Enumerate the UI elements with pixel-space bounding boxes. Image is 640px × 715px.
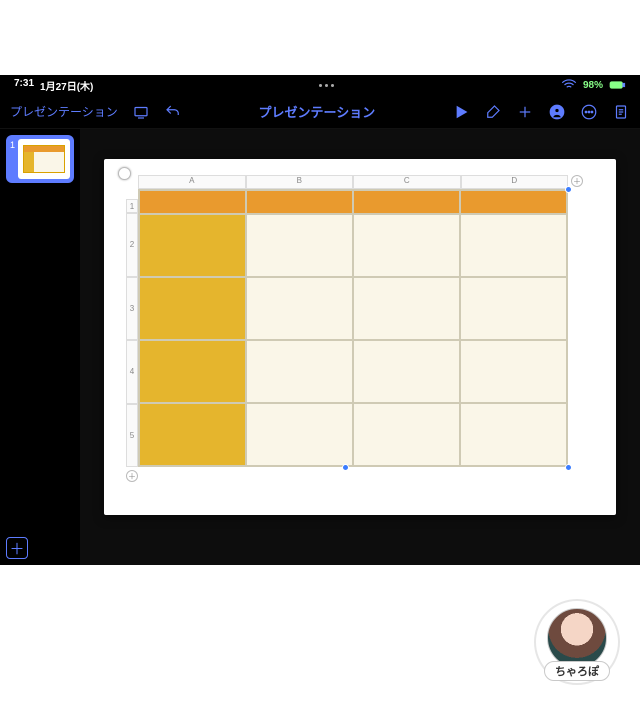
table-cell[interactable]	[246, 277, 353, 340]
column-header[interactable]: B	[246, 175, 354, 189]
selection-handle[interactable]	[342, 464, 349, 471]
brush-icon[interactable]	[484, 103, 502, 121]
table-cell[interactable]	[246, 340, 353, 403]
battery-icon	[608, 76, 626, 94]
table-cell[interactable]	[139, 403, 246, 466]
table-cell[interactable]	[139, 190, 246, 214]
status-bar: 7:31 1月27日(木) 98%	[0, 75, 640, 95]
plus-icon[interactable]	[516, 103, 534, 121]
author-avatar: ちゃろぽ	[534, 599, 620, 685]
table-cell[interactable]	[246, 214, 353, 277]
selection-handle[interactable]	[565, 186, 572, 193]
row-header[interactable]: 5	[126, 404, 138, 468]
slide-canvas[interactable]: A B C D ＋ 1 2 3 4 5 ＋	[104, 159, 616, 515]
slide-thumbnail[interactable]: 1	[6, 135, 74, 183]
play-icon[interactable]	[452, 103, 470, 121]
slide-navigator: 1 ＋	[0, 129, 80, 565]
table-cell[interactable]	[353, 340, 460, 403]
row-header[interactable]: 3	[126, 277, 138, 341]
selection-handle[interactable]	[565, 464, 572, 471]
table-cell[interactable]	[139, 277, 246, 340]
row-header[interactable]: 2	[126, 213, 138, 277]
slide-editor[interactable]: A B C D ＋ 1 2 3 4 5 ＋	[80, 129, 640, 565]
table-cell[interactable]	[139, 340, 246, 403]
table-object[interactable]	[138, 189, 568, 467]
thumbnail-preview	[18, 139, 70, 179]
add-row-button[interactable]: ＋	[126, 470, 138, 482]
toolbar: プレゼンテーション プレゼンテーション	[0, 95, 640, 129]
column-header[interactable]: D	[461, 175, 569, 189]
row-header[interactable]: 1	[126, 199, 138, 213]
table-cell[interactable]	[353, 214, 460, 277]
column-header[interactable]: A	[138, 175, 246, 189]
status-date: 1月27日(木)	[40, 78, 93, 93]
table-move-handle[interactable]	[118, 167, 131, 180]
wifi-icon	[560, 76, 578, 94]
avatar-name-label: ちゃろぽ	[544, 661, 610, 681]
collaborate-icon[interactable]	[548, 103, 566, 121]
slide-number: 1	[10, 140, 15, 150]
table-cell[interactable]	[460, 214, 567, 277]
table-cell[interactable]	[460, 277, 567, 340]
more-icon[interactable]	[580, 103, 598, 121]
row-header[interactable]: 4	[126, 340, 138, 404]
column-header[interactable]: C	[353, 175, 461, 189]
table-cell[interactable]	[460, 340, 567, 403]
status-time: 7:31	[14, 78, 34, 93]
status-battery: 98%	[583, 80, 603, 91]
column-headers[interactable]: A B C D	[138, 175, 568, 189]
table-cell[interactable]	[139, 214, 246, 277]
add-column-button[interactable]: ＋	[571, 175, 583, 187]
table-cell[interactable]	[460, 403, 567, 466]
table-cell[interactable]	[246, 190, 353, 214]
avatar-image	[547, 608, 607, 668]
table-cell[interactable]	[353, 403, 460, 466]
table-cell[interactable]	[353, 277, 460, 340]
undo-icon[interactable]	[164, 103, 182, 121]
add-slide-button[interactable]: ＋	[6, 537, 28, 559]
display-settings-icon[interactable]	[132, 103, 150, 121]
table-cell[interactable]	[460, 190, 567, 214]
multitasking-dots-icon[interactable]	[319, 84, 334, 87]
row-headers[interactable]: 1 2 3 4 5	[126, 199, 138, 467]
table-cell[interactable]	[246, 403, 353, 466]
document-options-icon[interactable]	[612, 103, 630, 121]
app-frame: 7:31 1月27日(木) 98% プレゼンテーション プレゼンテーション	[0, 75, 640, 565]
table-cell[interactable]	[353, 190, 460, 214]
back-button[interactable]: プレゼンテーション	[10, 103, 118, 120]
document-title[interactable]: プレゼンテーション	[182, 102, 452, 121]
